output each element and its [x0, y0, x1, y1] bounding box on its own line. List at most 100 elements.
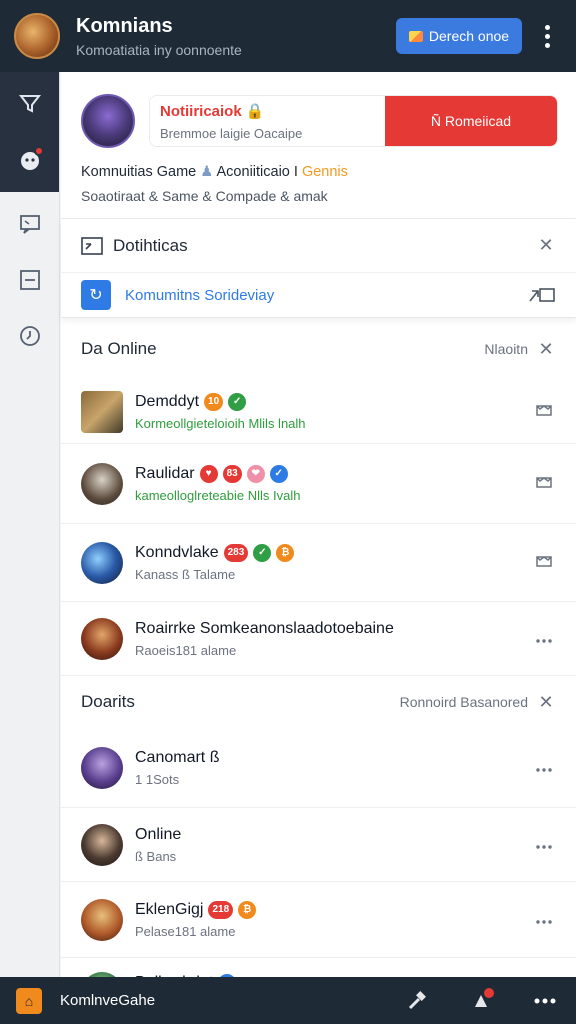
app-titles: Komnians Komoatiatia iny oonnoente	[76, 15, 396, 58]
app-subtitle: Komoatiatia iny oonnoente	[76, 41, 242, 58]
list-item-name: EklenGigj 218 ₿	[135, 900, 532, 919]
message-icon[interactable]	[532, 402, 556, 421]
notification-action-button[interactable]: Ñ Romeiicad	[385, 96, 557, 146]
window-icon[interactable]	[16, 266, 44, 294]
chat-icon[interactable]	[16, 210, 44, 238]
list-item-subtitle: 1 1Sots	[135, 771, 180, 787]
status-badge: ₿	[276, 543, 295, 562]
bottom-bar: ⌂ KomlnveGahe	[0, 977, 576, 1024]
refresh-icon: ↻	[81, 280, 111, 310]
avatar	[81, 746, 123, 789]
status-badge: ₿	[238, 900, 257, 919]
notification-title: Notiiricaiok 🔒	[160, 103, 265, 120]
list-item-name-text: Online	[135, 825, 182, 843]
list-item-name: Konndvlake 283 ✓ ₿	[135, 543, 532, 562]
section-meta[interactable]: Nlaoitn	[484, 341, 528, 357]
notification-badge	[33, 146, 44, 156]
main-panel: Notiiricaiok 🔒 Bremmoe laigie Oacaipe Ñ …	[61, 72, 576, 1014]
hammer-icon[interactable]	[402, 986, 432, 1016]
list-item-text: Demddyt 10 ✓ Kormeollgieteloioih Mlils lnal…	[135, 392, 532, 431]
more-icon[interactable]	[530, 986, 560, 1016]
status-badge: ✓	[253, 543, 272, 562]
list-item[interactable]: Raulidar ♥ 83 ❤ ✓ kameolloglreteabie Nlls Iva…	[61, 444, 576, 524]
deals-link-row[interactable]: ↻ Komumitns Sorideviay	[61, 273, 576, 317]
notification-card[interactable]: Notiiricaiok 🔒 Bremmoe laigie Oacaipe Ñ …	[61, 72, 576, 219]
deals-panel: Dotihticas ✕ ↻ Komumitns Sorideviay	[61, 219, 576, 318]
flag-icon	[408, 30, 423, 42]
alert-icon[interactable]	[466, 986, 496, 1016]
more-menu-icon[interactable]	[532, 18, 562, 54]
notification-subtitle: Bremmoe laigie Oacaipe	[160, 126, 303, 141]
list-item-name-text: Demddyt	[135, 392, 200, 410]
avatar	[81, 390, 123, 433]
message-icon[interactable]	[532, 553, 556, 572]
more-options-icon[interactable]	[532, 837, 556, 853]
avatar	[81, 462, 123, 505]
list-item-text: Roairrke Somkeanonslaadotoebaine Raoeis18…	[135, 620, 532, 658]
app-logo[interactable]	[14, 13, 60, 59]
status-badge: ✓	[269, 464, 288, 483]
list-item-subtitle: Kanass ß Talame	[135, 566, 236, 582]
list-item-subtitle: Raoeis181 alame	[135, 642, 237, 658]
list-item[interactable]: Online ß Bans	[61, 808, 576, 882]
close-icon[interactable]: ✕	[536, 339, 556, 360]
section-title: Doarits	[81, 692, 135, 711]
more-options-icon[interactable]	[532, 760, 556, 776]
list-item[interactable]: Konndvlake 283 ✓ ₿ Kanass ß Talame	[61, 524, 576, 602]
list-item-subtitle: kameolloglreteabie Nlls Ivalh	[135, 487, 301, 503]
list-item-text: Raulidar ♥ 83 ❤ ✓ kameolloglreteabie Nlls Iva…	[135, 464, 532, 503]
list-item-name: Online	[135, 826, 532, 844]
deals-link[interactable]: Komumitns Sorideviay	[125, 287, 526, 304]
status-badge: 283	[223, 543, 249, 562]
notification-line-1: Komnuitias Game ♟ Aconiiticaio I Gennis	[81, 164, 348, 180]
avatar	[81, 541, 123, 584]
pin-icon: ♟	[200, 164, 214, 180]
list-item-name-text: Roairrke Somkeanonslaadotoebaine	[135, 619, 394, 637]
left-rail	[0, 72, 60, 977]
close-icon[interactable]: ✕	[536, 692, 556, 713]
notification-line-2: Soaotiraat & Same & Compade & amak	[81, 188, 328, 204]
list-item-subtitle: Kormeollgieteloioih Mlils lnalh	[135, 415, 306, 431]
close-icon[interactable]: ✕	[536, 235, 556, 256]
list-item-name-text: Canomart ß	[135, 748, 220, 766]
list-item-text: Canomart ß 1 1Sots	[135, 749, 532, 787]
list-item-text: Online ß Bans	[135, 826, 532, 864]
filter-icon[interactable]	[16, 90, 44, 118]
status-badge: 10	[204, 392, 224, 411]
online-list: Demddyt 10 ✓ Kormeollgieteloioih Mlils lnal…	[61, 380, 576, 676]
avatar	[81, 617, 123, 660]
notification-badge	[484, 987, 494, 998]
avatar	[81, 823, 123, 866]
list-item[interactable]: Demddyt 10 ✓ Kormeollgieteloioih Mlils lnal…	[61, 380, 576, 444]
avatar	[81, 94, 135, 148]
bottom-bar-label[interactable]: KomlnveGahe	[60, 992, 368, 1009]
external-link-icon[interactable]	[526, 285, 556, 305]
message-icon[interactable]	[532, 474, 556, 493]
list-item[interactable]: Roairrke Somkeanonslaadotoebaine Raoeis18…	[61, 602, 576, 676]
screen-icon	[81, 236, 103, 255]
more-options-icon[interactable]	[532, 912, 556, 928]
list-item-name: Canomart ß	[135, 749, 532, 767]
list-item-name: Roairrke Somkeanonslaadotoebaine	[135, 620, 532, 638]
notification-box: Notiiricaiok 🔒 Bremmoe laigie Oacaipe Ñ …	[149, 95, 558, 147]
rail-secondary	[0, 192, 59, 350]
status-badge: ✓	[228, 392, 247, 411]
section-meta[interactable]: Ronnoird Basanored	[400, 694, 528, 710]
status-badge: ♥	[199, 464, 218, 483]
list-item[interactable]: Canomart ß 1 1Sots	[61, 728, 576, 808]
deals-header: Dotihticas ✕	[61, 219, 576, 273]
section-title: Da Online	[81, 339, 157, 358]
app-title: Komnians	[76, 14, 173, 37]
header-action-button[interactable]: Derech onoe	[396, 18, 522, 54]
more-options-icon[interactable]	[532, 631, 556, 647]
community-icon[interactable]	[16, 146, 44, 174]
online-section-header: Da Online Nlaoitn ✕	[61, 318, 576, 380]
clock-icon[interactable]	[16, 322, 44, 350]
list-item-name: Raulidar ♥ 83 ❤ ✓	[135, 464, 532, 483]
home-logo-icon[interactable]: ⌂	[16, 987, 42, 1014]
list-item-name-text: Raulidar	[135, 464, 195, 482]
list-item[interactable]: EklenGigj 218 ₿ Pelase181 alame	[61, 882, 576, 958]
rail-primary	[0, 72, 59, 192]
list-item-name-text: Konndvlake	[135, 543, 219, 561]
avatar	[81, 898, 123, 941]
